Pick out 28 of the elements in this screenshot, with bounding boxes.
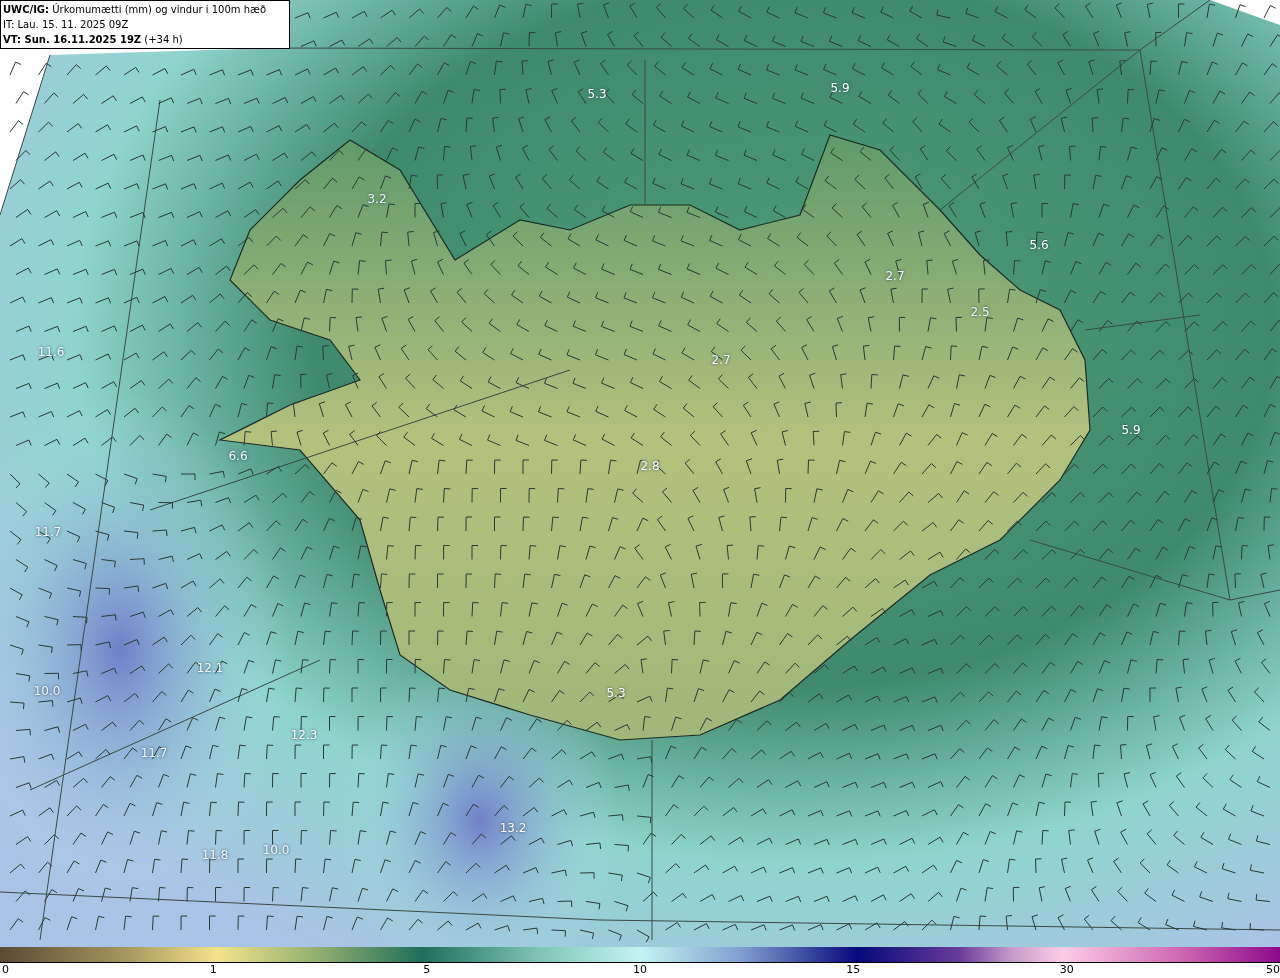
map-title: UWC/IG: Úrkomumætti (mm) og vindur i 100m hæð [3, 2, 268, 17]
value-label: 2.7 [711, 354, 731, 366]
value-label: 10.0 [262, 844, 290, 856]
colorbar-tick-label: 5 [423, 963, 431, 977]
colorbar-tick-label: 15 [846, 963, 861, 977]
value-label: 2.5 [970, 306, 990, 318]
colorbar-tick-label: 30 [1059, 963, 1074, 977]
value-label: 5.9 [1121, 424, 1141, 436]
value-label: 6.6 [228, 450, 248, 462]
value-label: 3.2 [367, 193, 387, 205]
colorbar-tick-label: 0 [2, 963, 9, 977]
value-label: 11.6 [37, 346, 65, 358]
value-label: 12.3 [290, 729, 318, 741]
issue-time: IT: Lau. 15. 11. 2025 09Z [3, 18, 130, 32]
value-label: 5.9 [830, 82, 850, 94]
value-label: 5.3 [587, 88, 607, 100]
value-label: 11.8 [201, 849, 229, 861]
colorbar-tick-label: 10 [633, 963, 647, 977]
value-label: 5.3 [606, 687, 626, 699]
value-label: 10.0 [33, 685, 61, 697]
value-label: 11.7 [34, 526, 62, 538]
value-label: 5.6 [1029, 239, 1049, 251]
colorbar-tick-label: 50 [1266, 963, 1280, 977]
value-label: 13.2 [499, 822, 527, 834]
value-label: 2.7 [885, 270, 905, 282]
value-label: 2.8 [640, 460, 660, 472]
valid-time: VT: Sun. 16.11.2025 19Z (+34 h) [3, 33, 184, 47]
colorbar-tick-label: 1 [209, 963, 217, 977]
